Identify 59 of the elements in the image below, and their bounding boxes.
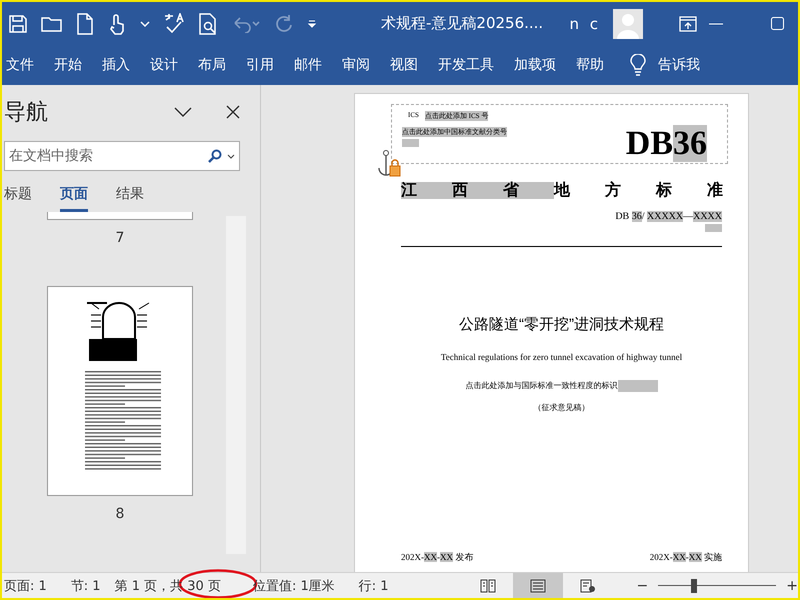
ribbon-tab[interactable]: 视图	[390, 56, 418, 74]
web-layout-icon	[580, 578, 596, 592]
ribbon-tab[interactable]: 布局	[198, 56, 226, 74]
standard-number: DB 36/ XXXXX—XXXX	[615, 211, 722, 222]
pane-title: 导航	[4, 99, 49, 127]
standard-logo: DB36	[626, 127, 707, 161]
placeholder-block	[618, 380, 658, 392]
consistency-placeholder[interactable]: 点击此处添加与国际标准一致性程度的标识	[466, 380, 618, 392]
effective-date: 202X-XX-XX 实施	[650, 551, 722, 564]
user-name[interactable]: n c	[569, 14, 601, 32]
draft-stage: （征求意见稿）	[532, 402, 590, 413]
placeholder-block	[402, 139, 419, 147]
close-icon[interactable]	[226, 105, 240, 119]
document-title-heading: 公路隧道“零开挖”进洞技术规程	[458, 315, 665, 334]
tell-me-button[interactable]: 告诉我	[658, 56, 700, 74]
chevron-down-icon[interactable]	[174, 107, 192, 117]
search-field[interactable]: 在文档中搜索	[4, 141, 240, 171]
touch-icon[interactable]	[107, 12, 127, 34]
ribbon-tab[interactable]: 加载项	[514, 56, 556, 74]
issue-date: 202X-XX-XX 发布	[401, 551, 474, 564]
english-title: Technical regulations for zero tunnel excavation of highway tunnel	[440, 352, 684, 362]
save-icon[interactable]	[8, 14, 28, 34]
standard-type: 江西省 地方标准	[401, 180, 723, 201]
status-text[interactable]: 行: 1	[358, 576, 389, 594]
ribbon-display-icon[interactable]	[679, 16, 697, 32]
new-document-icon[interactable]	[76, 12, 94, 34]
chevron-down-icon[interactable]	[227, 154, 235, 159]
ribbon-tab[interactable]: 邮件	[294, 56, 322, 74]
zoom-thumb[interactable]	[690, 578, 697, 592]
ribbon-tab[interactable]: 帮助	[576, 56, 604, 74]
pane-tab[interactable]: 结果	[116, 185, 144, 212]
ribbon-tab[interactable]: 文件	[6, 56, 34, 74]
zoom-in-button[interactable]: +	[786, 578, 798, 594]
print-preview-icon[interactable]	[198, 12, 218, 34]
ribbon-tab[interactable]: 开发工具	[438, 56, 494, 74]
status-text[interactable]: 页面: 1	[4, 576, 47, 594]
view-button[interactable]	[512, 573, 563, 598]
lightbulb-icon[interactable]	[630, 54, 646, 76]
anchor-lock-icon	[377, 150, 401, 178]
ribbon-tab[interactable]: 插入	[102, 56, 130, 74]
spelling-check-icon[interactable]	[163, 12, 185, 34]
ribbon-tab[interactable]: 引用	[246, 56, 274, 74]
ribbon-tab[interactable]: 审阅	[342, 56, 370, 74]
read-mode-icon	[480, 578, 496, 592]
maximize-icon[interactable]	[771, 17, 784, 30]
status-text[interactable]: 节: 1	[70, 576, 101, 594]
page-number: 8	[116, 506, 124, 522]
ribbon-tab[interactable]: 设计	[150, 56, 178, 74]
pane-tab[interactable]: 标题	[4, 185, 32, 212]
ribbon-tab[interactable]: 开始	[54, 56, 82, 74]
page-thumbnail[interactable]	[47, 286, 193, 496]
search-icon[interactable]	[208, 149, 222, 163]
customize-toolbar-icon[interactable]	[307, 18, 317, 28]
document-title: 术规程-意见稿20256....	[381, 14, 544, 33]
minimize-icon[interactable]	[709, 22, 723, 24]
zoom-out-button[interactable]: −	[636, 578, 648, 594]
page-number: 7	[116, 230, 124, 246]
placeholder-block	[705, 224, 722, 232]
print-layout-icon	[530, 578, 546, 592]
